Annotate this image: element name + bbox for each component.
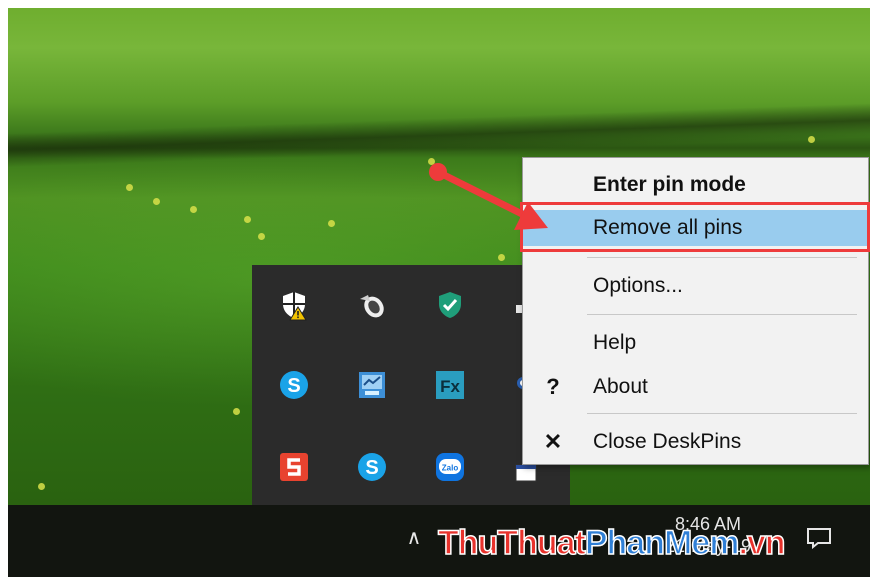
annotation-arrow-icon <box>429 163 548 230</box>
screen: S Fx S Zalo ∧ 8:46 AM 21-May-19 ThuThuat… <box>8 8 870 577</box>
